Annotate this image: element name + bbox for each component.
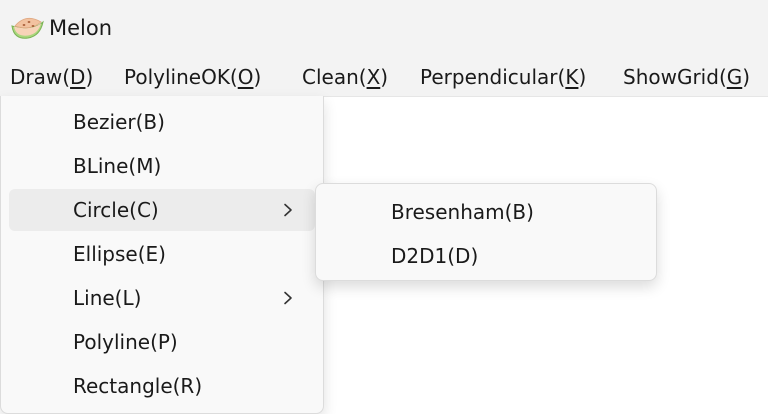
menu-polyline-ok-accelerator: O: [237, 65, 254, 89]
menu-perpendicular-accelerator: K: [565, 65, 579, 89]
draw-menu-item-label: Bezier(B): [73, 110, 165, 134]
menu-perpendicular-label: Perpendicular(: [420, 65, 566, 89]
menu-draw-label: Draw(: [10, 65, 71, 89]
menu-polyline-ok-label: PolylineOK(: [124, 65, 238, 89]
menu-draw-accelerator: D: [70, 65, 86, 89]
circle-submenu-item-label: Bresenham(B): [391, 200, 534, 224]
menu-show-grid[interactable]: ShowGrid(G): [623, 63, 750, 91]
draw-menu-item-line[interactable]: Line(L): [9, 277, 315, 319]
title-bar: Melon: [0, 0, 768, 56]
chevron-right-icon: [284, 291, 292, 305]
circle-submenu-item-d2d1[interactable]: D2D1(D): [322, 235, 650, 277]
draw-menu-item-circle[interactable]: Circle(C): [9, 189, 315, 231]
window-title: Melon: [49, 16, 113, 40]
draw-menu-item-ellipse[interactable]: Ellipse(E): [9, 233, 315, 275]
draw-menu-item-label: BLine(M): [73, 154, 162, 178]
menu-draw[interactable]: Draw(D): [10, 63, 93, 91]
draw-menu-item-label: Polyline(P): [73, 330, 178, 354]
draw-menu-item-bezier[interactable]: Bezier(B): [9, 101, 315, 143]
circle-submenu: Bresenham(B) D2D1(D): [315, 183, 657, 281]
menu-perpendicular[interactable]: Perpendicular(K): [420, 63, 586, 91]
menu-polyline-ok[interactable]: PolylineOK(O): [124, 63, 261, 91]
circle-submenu-item-label: D2D1(D): [391, 244, 479, 268]
draw-menu-item-label: Line(L): [73, 286, 142, 310]
menu-show-grid-accelerator: G: [726, 65, 743, 89]
menu-clean-label: Clean(: [302, 65, 367, 89]
menu-clean-accelerator: X: [366, 65, 381, 89]
circle-submenu-item-bresenham[interactable]: Bresenham(B): [322, 191, 650, 233]
draw-menu-item-polyline[interactable]: Polyline(P): [9, 321, 315, 363]
menu-show-grid-label: ShowGrid(: [623, 65, 727, 89]
draw-menu-item-label: Rectangle(R): [73, 374, 203, 398]
draw-menu-item-label: Ellipse(E): [73, 242, 166, 266]
draw-dropdown-menu: Bezier(B) BLine(M) Circle(C) Ellipse(E) …: [0, 96, 324, 414]
draw-menu-item-rectangle[interactable]: Rectangle(R): [9, 365, 315, 407]
menu-bar: Draw(D) PolylineOK(O) Clean(X) Perpendic…: [0, 56, 768, 97]
draw-menu-item-bline[interactable]: BLine(M): [9, 145, 315, 187]
draw-menu-item-label: Circle(C): [73, 198, 159, 222]
melon-slice-icon: [11, 17, 44, 39]
menu-clean[interactable]: Clean(X): [302, 63, 388, 91]
chevron-right-icon: [284, 203, 292, 217]
